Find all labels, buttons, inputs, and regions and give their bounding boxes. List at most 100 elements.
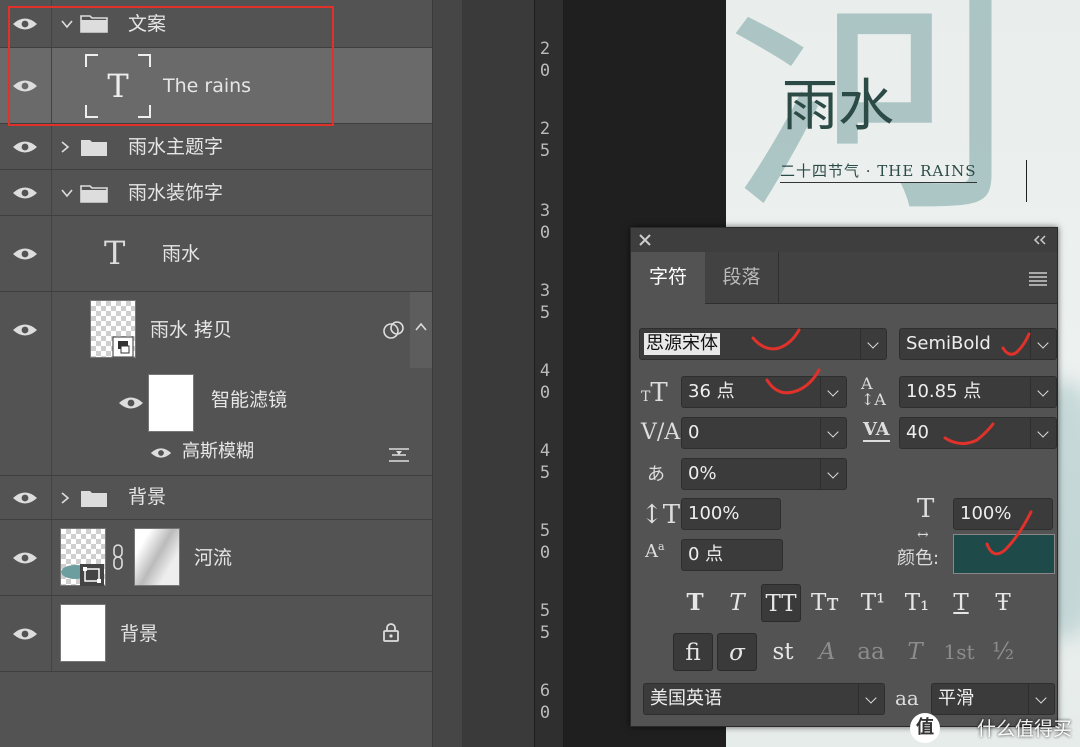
language-select[interactable]: 美国英语 [643, 683, 885, 715]
font-style-select[interactable]: SemiBold [899, 328, 1057, 360]
smart-object-icon [112, 336, 134, 358]
tsume-value: 0% [688, 463, 717, 484]
ruler-label: 5 [539, 463, 551, 483]
swash-button[interactable]: A [807, 633, 847, 671]
layer-group-yushui-zhuangshizi[interactable]: 雨水装饰字 [0, 170, 432, 216]
eye-icon[interactable] [12, 140, 38, 154]
layer-group-yushui-zhutizi[interactable]: 雨水主题字 [0, 124, 432, 170]
ruler-label: 5 [539, 303, 551, 323]
layer-group-beijing[interactable]: 背景 [0, 476, 432, 520]
ruler-label: 5 [539, 623, 551, 643]
eye-icon[interactable] [12, 247, 38, 261]
antialias-select[interactable]: 平滑 [931, 683, 1055, 715]
fractions-button[interactable]: ½ [983, 633, 1023, 671]
all-caps-button[interactable]: TT [761, 584, 801, 622]
eye-icon[interactable] [12, 491, 38, 505]
text-cursor [1026, 160, 1027, 202]
close-icon[interactable] [639, 234, 651, 246]
language-value: 美国英语 [650, 688, 722, 709]
chevron-up-icon[interactable] [415, 322, 427, 332]
layer-smart-object-yushui-copy[interactable]: 雨水 拷贝 [0, 292, 432, 368]
tsume-field[interactable]: 0% [681, 458, 847, 490]
character-panel: 字符 段落 思源宋体 SemiBold TT 36 点 A ↕A 10.85 点 … [630, 227, 1058, 727]
vertical-ruler[interactable]: 2 0 2 5 3 0 3 5 4 0 4 5 5 0 5 5 6 0 [534, 0, 564, 747]
baseline-shift-icon: Aa [645, 540, 665, 562]
eye-icon[interactable] [12, 186, 38, 200]
layer-name: 河流 [194, 547, 233, 569]
highlight-annotation [8, 6, 334, 126]
baseline-shift-value: 0 点 [688, 544, 724, 565]
chevron-down-icon[interactable] [860, 329, 886, 359]
panel-tabs: 字符 段落 [631, 252, 1057, 304]
visibility-column [0, 216, 52, 291]
mask-thumbnail [134, 528, 180, 586]
panel-divider[interactable] [432, 0, 462, 747]
layer-smart-filters[interactable]: 智能滤镜 [0, 368, 432, 432]
layer-text-yushui[interactable]: T 雨水 [0, 216, 432, 292]
layer-name: 高斯模糊 [182, 441, 254, 462]
toolbar-gutter [462, 0, 534, 747]
chevron-down-icon[interactable] [1028, 684, 1054, 714]
stylistic-alternates-button[interactable]: aa [851, 633, 891, 671]
transform-icon [80, 564, 104, 586]
layer-name: 背景 [128, 486, 167, 508]
leading-field[interactable]: 10.85 点 [899, 376, 1057, 408]
chevron-right-icon[interactable] [58, 491, 72, 505]
contextual-alternates-button[interactable]: σ [717, 633, 757, 671]
filter-options-icon[interactable] [388, 446, 410, 464]
layer-background[interactable]: 背景 [0, 596, 432, 672]
collapse-icon[interactable] [1033, 235, 1047, 245]
chevron-down-icon[interactable] [1030, 418, 1056, 448]
smart-filter-icon[interactable] [382, 320, 406, 340]
strikethrough-button[interactable]: Ŧ [983, 584, 1023, 622]
chevron-down-icon[interactable] [60, 186, 74, 200]
visibility-column [0, 520, 52, 595]
watermark-text: 什么值得买 [976, 718, 1072, 740]
visibility-column [0, 476, 52, 519]
visibility-column [0, 596, 52, 671]
underline-button[interactable]: T [941, 584, 981, 622]
ordinals-button[interactable]: 1st [939, 633, 979, 671]
layer-thumbnail [60, 604, 106, 662]
link-icon[interactable] [112, 544, 124, 570]
eye-icon[interactable] [150, 447, 172, 459]
chevron-right-icon[interactable] [58, 140, 72, 154]
eye-icon[interactable] [12, 551, 38, 565]
layer-masked-heliu[interactable]: 河流 [0, 520, 432, 596]
faux-italic-button[interactable]: T [717, 584, 757, 622]
panel-header[interactable] [631, 228, 1057, 252]
lock-icon[interactable] [382, 622, 400, 642]
chevron-down-icon[interactable] [1030, 329, 1056, 359]
antialias-icon: aa [895, 686, 919, 710]
chevron-down-icon[interactable] [820, 418, 846, 448]
kerning-field[interactable]: 0 [681, 417, 847, 449]
canvas-subtitle[interactable]: 二十四节气 · THE RAINS [780, 160, 977, 183]
ruler-label: 4 [539, 441, 551, 461]
baseline-shift-field[interactable]: 0 点 [681, 539, 783, 571]
scrollbar[interactable] [410, 292, 432, 368]
font-style-value: SemiBold [906, 333, 991, 354]
titling-alternates-button[interactable]: T [895, 633, 935, 671]
chevron-down-icon[interactable] [858, 684, 884, 714]
panel-menu-icon[interactable] [1029, 272, 1047, 286]
eye-icon[interactable] [12, 323, 38, 337]
chevron-down-icon[interactable] [820, 459, 846, 489]
kerning-icon: V/A [641, 420, 681, 445]
tab-character[interactable]: 字符 [631, 252, 705, 304]
ligatures-button[interactable]: fi [673, 633, 713, 671]
eye-icon[interactable] [118, 396, 144, 410]
chevron-down-icon[interactable] [1030, 377, 1056, 407]
ruler-label: 5 [539, 141, 551, 161]
discretionary-ligatures-button[interactable]: st [763, 633, 803, 671]
tab-paragraph[interactable]: 段落 [705, 252, 779, 304]
eye-icon[interactable] [12, 627, 38, 641]
small-caps-button[interactable]: Tт [805, 584, 845, 622]
red-check-annotation [943, 422, 995, 445]
subscript-button[interactable]: T₁ [897, 584, 937, 622]
layer-filter-gaussian-blur[interactable]: 高斯模糊 [0, 430, 432, 476]
vertical-scale-field[interactable]: 100% [681, 498, 781, 530]
ruler-label: 2 [539, 119, 551, 139]
faux-bold-button[interactable]: T [675, 584, 715, 622]
superscript-button[interactable]: T¹ [853, 584, 893, 622]
red-check-annotation [985, 510, 1033, 556]
